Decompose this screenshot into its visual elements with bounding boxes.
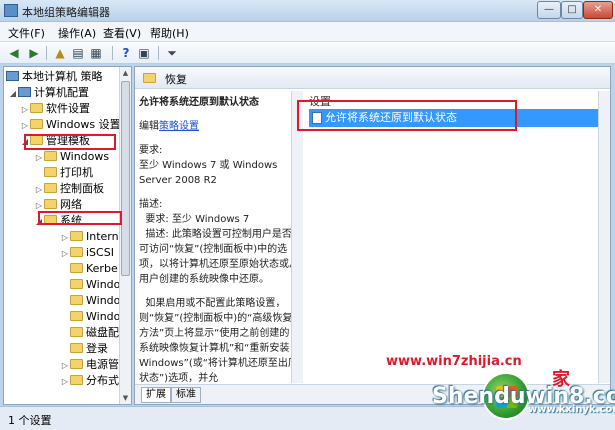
expand-icon[interactable]: ▷ [20, 102, 30, 118]
expand-icon[interactable]: ▷ [20, 118, 30, 134]
settings-list: 设置 允许将系统还原到默认状态 [303, 91, 610, 383]
folder-icon [70, 327, 83, 337]
filter-icon[interactable]: ⏷ [164, 45, 180, 61]
tree-item-windows-a[interactable]: Windo [60, 277, 120, 293]
show-hide-tree-icon[interactable]: ▤ [70, 45, 86, 61]
expand-icon[interactable]: ▷ [34, 182, 44, 198]
folder-icon [70, 279, 83, 289]
app-icon [4, 4, 18, 17]
expand-icon[interactable]: ▷ [60, 374, 70, 390]
tree-item-kerberos[interactable]: Kerbe [60, 261, 118, 277]
policy-title: 允许将系统还原到默认状态 [139, 97, 259, 108]
watermark-url: www.win7zhijia.cn [386, 354, 522, 369]
scroll-down-icon[interactable]: ▼ [120, 392, 131, 404]
tree-item-printers[interactable]: 打印机 [34, 165, 93, 181]
folder-icon [70, 375, 83, 385]
list-scrollbar[interactable] [598, 91, 610, 383]
requirements-label: 要求: [139, 145, 163, 156]
tree-item-windows-settings[interactable]: ▷ Windows 设置 [20, 117, 121, 133]
annotation-box-system [38, 211, 122, 225]
tree-item-distributed[interactable]: ▷ 分布式 [60, 373, 119, 389]
folder-icon [70, 295, 83, 305]
folder-icon [70, 231, 83, 241]
watermark-site: www.kxinyk.com [528, 404, 615, 415]
folder-icon [44, 151, 57, 161]
tree-item-software-settings[interactable]: ▷ 软件设置 [20, 101, 90, 117]
tree-item-control-panel[interactable]: ▷ 控制面板 [34, 181, 104, 197]
folder-icon [44, 183, 57, 193]
folder-icon [70, 359, 83, 369]
annotation-box-setting [297, 100, 517, 131]
window-title: 本地组策略编辑器 [22, 6, 110, 19]
folder-icon [44, 167, 57, 177]
folder-icon [30, 119, 43, 129]
scroll-thumb[interactable] [121, 81, 130, 276]
scroll-up-icon[interactable]: ▲ [120, 67, 131, 79]
description-text-more: 如果启用或不配置此策略设置，则“恢复”(控制面板中)的“高级恢复方法”页上将显示… [139, 298, 298, 383]
toolbar: ◀ ▶ ▲ ▤ ▦ ? ▣ ⏷ [0, 42, 615, 64]
content-header-title: 恢复 [165, 73, 187, 86]
tree-item-iscsi[interactable]: ▷ iSCSI [60, 245, 114, 261]
toolbar-separator [46, 46, 47, 60]
tree-pane: 本地计算机 策略 ◢ 计算机配置 ▷ 软件设置 ▷ Windows 设置 ◢ 管理模板 … [3, 66, 132, 405]
collapse-icon[interactable]: ◢ [8, 86, 18, 102]
description-scrollbar[interactable] [291, 91, 303, 383]
toolbar-separator [112, 46, 113, 60]
minimize-button[interactable]: — [537, 1, 561, 19]
edit-policy-link[interactable]: 策略设置 [159, 121, 199, 132]
description-text: 描述: 此策略设置可控制用户是否可访问“恢复”(控制面板中)中的选项，以将计算机… [139, 229, 299, 285]
content-header: 恢复 [135, 67, 610, 89]
up-icon[interactable]: ▲ [52, 45, 68, 61]
tree-scrollbar[interactable]: ▲ ▼ [119, 67, 131, 404]
menu-file[interactable]: 文件(F) [8, 25, 45, 41]
title-bar: 本地组策略编辑器 — □ ✕ [0, 0, 615, 22]
tree-item-windows-c[interactable]: Windo [60, 309, 120, 325]
tree-item-local-policy[interactable]: 本地计算机 策略 [6, 69, 103, 85]
status-text: 1 个设置 [8, 414, 52, 427]
computer-icon [6, 71, 19, 81]
menu-bar: 文件(F) 操作(A) 查看(V) 帮助(H) [0, 22, 615, 42]
menu-help[interactable]: 帮助(H) [150, 25, 189, 41]
tree-item-internet[interactable]: ▷ Intern [60, 229, 119, 245]
folder-icon [143, 73, 156, 83]
properties-icon[interactable]: ▣ [136, 45, 152, 61]
folder-icon [70, 263, 83, 273]
requirements-text: 至少 Windows 7 或 Windows Server 2008 R2 [139, 160, 278, 186]
menu-action[interactable]: 操作(A) [58, 25, 96, 41]
expand-icon[interactable]: ▷ [60, 230, 70, 246]
tree-item-disk-quota[interactable]: 磁盘配 [60, 325, 119, 341]
tab-standard[interactable]: 标准 [171, 387, 201, 403]
description-label: 描述: [139, 199, 163, 210]
tab-extended[interactable]: 扩展 [141, 387, 171, 403]
tree-item-power-management[interactable]: ▷ 电源管 [60, 357, 119, 373]
tree-item-windows-components[interactable]: ▷ Windows [34, 149, 109, 165]
help-icon[interactable]: ? [118, 45, 134, 61]
export-icon[interactable]: ▦ [88, 45, 104, 61]
description-panel: 允许将系统还原到默认状态 编辑策略设置 要求: 至少 Windows 7 或 Wi… [139, 95, 299, 383]
tree-item-windows-b[interactable]: Windo [60, 293, 120, 309]
folder-icon [30, 103, 43, 113]
annotation-box-admin-templates [24, 134, 116, 150]
back-icon[interactable]: ◀ [6, 45, 22, 61]
close-button[interactable]: ✕ [583, 1, 613, 19]
description-requirement: 要求: 至少 Windows 7 [145, 214, 250, 225]
folder-icon [70, 247, 83, 257]
tree-item-logon[interactable]: 登录 [60, 341, 108, 357]
folder-icon [70, 343, 83, 353]
expand-icon[interactable]: ▷ [60, 358, 70, 374]
maximize-button[interactable]: □ [561, 1, 583, 19]
tree-item-computer-config[interactable]: ◢ 计算机配置 [8, 85, 89, 101]
expand-icon[interactable]: ▷ [60, 246, 70, 262]
expand-icon[interactable]: ▷ [34, 150, 44, 166]
folder-icon [44, 199, 57, 209]
folder-icon [70, 311, 83, 321]
forward-icon[interactable]: ▶ [26, 45, 42, 61]
edit-prefix: 编辑 [139, 121, 159, 132]
toolbar-separator [158, 46, 159, 60]
computer-icon [18, 87, 31, 97]
menu-view[interactable]: 查看(V) [103, 25, 141, 41]
